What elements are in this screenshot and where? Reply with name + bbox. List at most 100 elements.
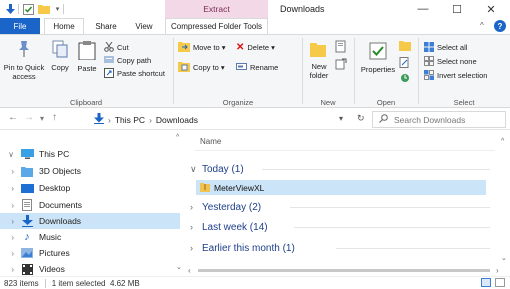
up-arrow-icon[interactable]: ↑ bbox=[52, 112, 57, 123]
delete-button[interactable]: ✕ Delete ▾ bbox=[236, 42, 275, 53]
back-arrow-icon[interactable]: ← bbox=[8, 112, 18, 123]
recent-locations-icon[interactable]: ▾ bbox=[40, 114, 44, 123]
maximize-button[interactable]: ☐ bbox=[440, 0, 474, 18]
group-today[interactable]: ∨ Today (1) bbox=[190, 161, 244, 177]
column-header-name[interactable]: Name bbox=[200, 137, 221, 146]
history-icon[interactable] bbox=[400, 73, 410, 85]
close-button[interactable]: ✕ bbox=[474, 0, 508, 18]
copy-to-button[interactable]: Copy to ▾ bbox=[178, 62, 225, 73]
title-divider bbox=[18, 4, 19, 14]
cut-button[interactable]: Cut bbox=[104, 41, 129, 54]
nav-item-downloads[interactable]: › Downloads bbox=[0, 213, 180, 229]
minimize-button[interactable]: — bbox=[406, 0, 440, 18]
help-icon[interactable]: ? bbox=[494, 20, 506, 32]
select-all-button[interactable]: Select all bbox=[424, 41, 467, 53]
collapse-ribbon-icon[interactable]: ^ bbox=[480, 21, 484, 30]
copy-to-label: Copy to ▾ bbox=[193, 63, 225, 72]
rename-label: Rename bbox=[250, 63, 279, 72]
videos-icon bbox=[20, 263, 34, 275]
expand-chevron-icon[interactable]: ∨ bbox=[0, 150, 20, 159]
pin-label: Pin to Quick access bbox=[3, 63, 45, 81]
new-folder-icon[interactable] bbox=[37, 3, 50, 15]
group-divider bbox=[336, 248, 490, 249]
nav-scroll-down-icon[interactable]: ⌄ bbox=[176, 263, 182, 271]
scroll-down-icon[interactable]: ⌄ bbox=[501, 254, 507, 262]
nav-item-documents[interactable]: › Documents bbox=[0, 197, 180, 213]
group-label: Last week (14) bbox=[202, 221, 268, 233]
nav-item-label: 3D Objects bbox=[39, 166, 82, 176]
breadcrumb-this-pc[interactable]: This PC bbox=[115, 115, 145, 125]
nav-item-label: Pictures bbox=[39, 248, 70, 258]
edit-icon[interactable] bbox=[399, 57, 410, 70]
collapse-chevron-icon[interactable]: › bbox=[0, 167, 20, 176]
scroll-right-icon[interactable]: › bbox=[496, 266, 499, 275]
copy-button[interactable]: Copy bbox=[48, 40, 72, 72]
nav-item-label: This PC bbox=[39, 149, 70, 159]
collapse-chevron-icon[interactable]: › bbox=[0, 217, 20, 226]
address-dropdown-icon[interactable]: ▾ bbox=[339, 114, 343, 123]
status-divider bbox=[44, 278, 46, 288]
search-box[interactable]: Search Downloads bbox=[372, 111, 506, 128]
copy-path-button[interactable]: Copy path bbox=[104, 55, 151, 66]
address-bar[interactable]: › This PC › Downloads bbox=[94, 112, 354, 127]
window-title: Downloads bbox=[280, 4, 325, 14]
quick-access-downloads-icon[interactable] bbox=[4, 3, 17, 15]
details-view-icon[interactable] bbox=[481, 278, 491, 287]
group-yesterday[interactable]: › Yesterday (2) bbox=[190, 199, 261, 215]
group-last-week[interactable]: › Last week (14) bbox=[190, 219, 268, 235]
collapse-chevron-icon[interactable]: › bbox=[0, 184, 20, 193]
tab-home[interactable]: Home bbox=[44, 18, 84, 34]
open-icon[interactable] bbox=[399, 40, 411, 53]
scroll-up-icon[interactable]: ^ bbox=[501, 138, 504, 145]
scissors-icon bbox=[104, 41, 114, 54]
nav-item-this-pc[interactable]: ∨ This PC bbox=[0, 146, 180, 162]
new-folder-button[interactable]: New folder bbox=[304, 40, 334, 80]
nav-item-pictures[interactable]: › Pictures bbox=[0, 245, 180, 261]
group-divider bbox=[290, 207, 490, 208]
clipboard-group-label: Clipboard bbox=[69, 98, 103, 107]
refresh-icon[interactable]: ↻ bbox=[357, 113, 365, 124]
invert-selection-button[interactable]: Invert selection bbox=[424, 69, 488, 82]
paste-button[interactable]: Paste bbox=[74, 40, 100, 73]
nav-item-label: Music bbox=[39, 232, 62, 242]
forward-arrow-icon[interactable]: → bbox=[24, 112, 34, 123]
collapse-chevron-icon[interactable]: › bbox=[0, 265, 20, 274]
select-none-button[interactable]: Select none bbox=[424, 55, 477, 67]
properties-check-icon[interactable] bbox=[22, 3, 35, 15]
group-separator bbox=[354, 38, 355, 104]
file-row-meterviewxl[interactable]: MeterViewXL bbox=[196, 180, 486, 195]
paste-shortcut-button[interactable]: Paste shortcut bbox=[104, 67, 165, 79]
nav-item-videos[interactable]: › Videos bbox=[0, 261, 180, 277]
easy-access-icon[interactable] bbox=[335, 58, 347, 72]
nav-item-music[interactable]: › ♪ Music bbox=[0, 229, 180, 245]
rename-button[interactable]: Rename bbox=[236, 62, 278, 73]
collapse-chevron-icon[interactable]: › bbox=[0, 233, 20, 242]
tab-share[interactable]: Share bbox=[88, 18, 124, 34]
invert-selection-icon bbox=[424, 69, 434, 82]
tab-view[interactable]: View bbox=[128, 18, 160, 34]
tab-file[interactable]: File bbox=[0, 18, 40, 34]
nav-item-3d-objects[interactable]: › 3D Objects bbox=[0, 163, 180, 179]
move-folder-icon bbox=[178, 41, 190, 54]
move-to-label: Move to ▾ bbox=[193, 43, 226, 52]
search-placeholder: Search Downloads bbox=[394, 114, 466, 125]
horizontal-scrollbar-thumb[interactable] bbox=[198, 269, 490, 272]
scroll-left-icon[interactable]: ‹ bbox=[188, 266, 191, 275]
copy-path-label: Copy path bbox=[117, 56, 152, 65]
collapse-chevron-icon[interactable]: › bbox=[0, 201, 20, 210]
group-divider bbox=[262, 169, 490, 170]
pin-quick-access-button[interactable]: Pin to Quick access bbox=[2, 40, 46, 81]
nav-item-desktop[interactable]: › Desktop bbox=[0, 180, 180, 196]
group-earlier-this-month[interactable]: › Earlier this month (1) bbox=[190, 240, 295, 256]
breadcrumb-downloads[interactable]: Downloads bbox=[156, 115, 198, 125]
large-icons-view-icon[interactable] bbox=[495, 278, 505, 287]
copy-folder-icon bbox=[178, 61, 190, 74]
properties-button[interactable]: Properties bbox=[358, 42, 398, 74]
pictures-icon bbox=[20, 248, 34, 259]
new-item-icon[interactable] bbox=[334, 40, 348, 56]
move-to-button[interactable]: Move to ▾ bbox=[178, 42, 226, 53]
nav-scroll-up-icon[interactable]: ^ bbox=[176, 134, 179, 141]
tab-compressed-folder-tools[interactable]: Compressed Folder Tools bbox=[165, 18, 268, 34]
invert-selection-label: Invert selection bbox=[437, 71, 488, 80]
collapse-chevron-icon[interactable]: › bbox=[0, 249, 20, 258]
